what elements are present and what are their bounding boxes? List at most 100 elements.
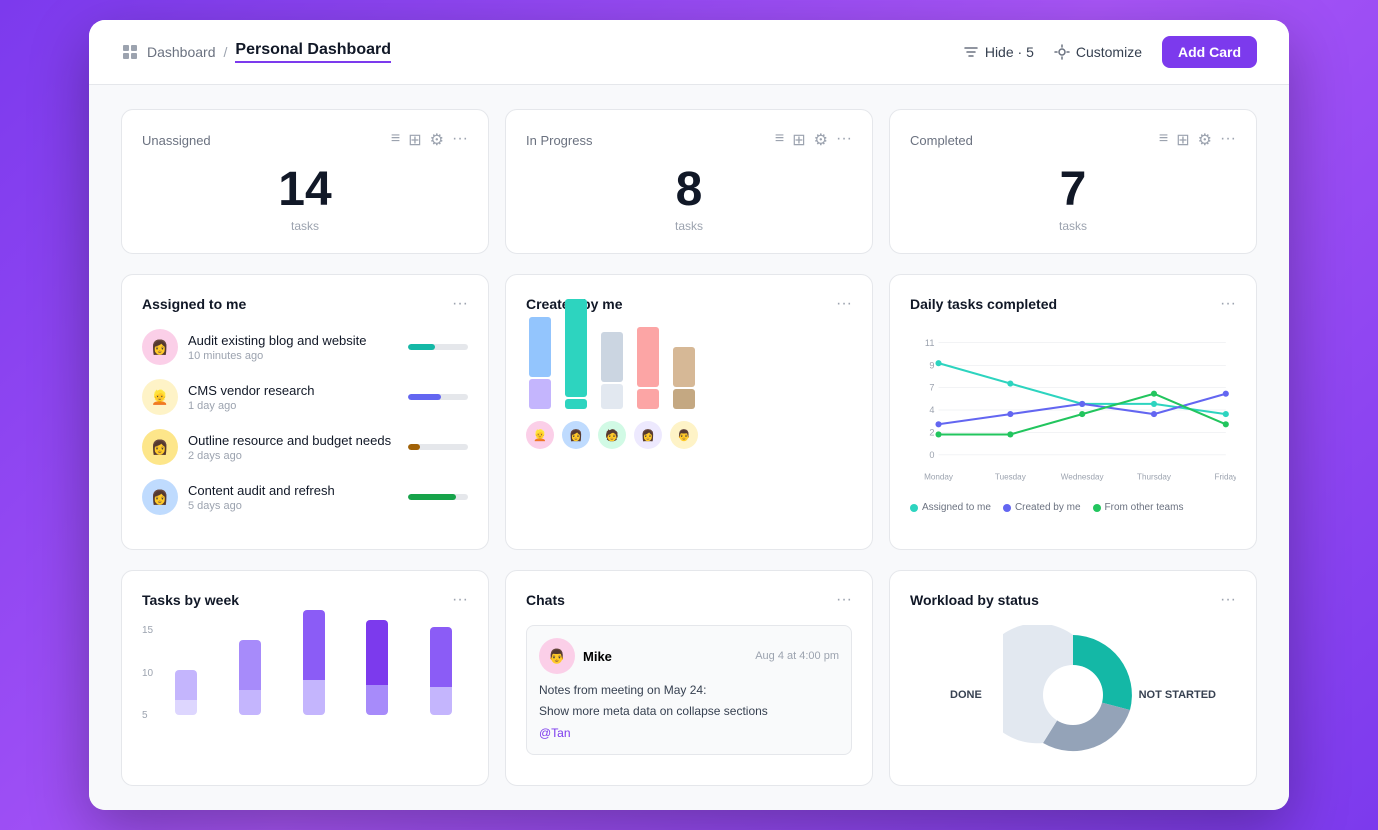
bar-stack (637, 299, 659, 409)
workload-menu[interactable]: ··· (1220, 591, 1236, 609)
expand-icon2[interactable]: ⊞ (792, 130, 805, 150)
task-item: 👩 Content audit and refresh 5 days ago (142, 479, 468, 515)
task-item: 👱 CMS vendor research 1 day ago (142, 379, 468, 415)
chat-inner: 👨 Mike Aug 4 at 4:00 pm Notes from meeti… (526, 625, 852, 755)
week-bar-secondary (239, 690, 261, 715)
stat-card-unassigned: Unassigned ≡ ⊞ ⚙ ··· 14 tasks (121, 109, 489, 254)
chat-line1: Notes from meeting on May 24: (539, 682, 839, 699)
expand-icon[interactable]: ⊞ (408, 130, 421, 150)
svg-text:0: 0 (929, 450, 934, 460)
inprogress-label: In Progress (526, 133, 592, 148)
task-avatar: 👱 (142, 379, 178, 415)
bar-group: 👩 (634, 299, 662, 449)
dashboard-icon (121, 43, 139, 61)
task-avatar: 👩 (142, 429, 178, 465)
add-card-button[interactable]: Add Card (1162, 36, 1257, 68)
breadcrumb-current: Personal Dashboard (235, 41, 391, 63)
bar-group: 👨 (670, 299, 698, 449)
chats-card: Chats ··· 👨 Mike Aug 4 at 4:00 pm Notes … (505, 570, 873, 786)
bar-avatar: 👱 (526, 421, 554, 449)
task-time: 10 minutes ago (188, 350, 398, 362)
settings-icon2[interactable]: ⚙ (814, 130, 828, 150)
customize-button[interactable]: Customize (1054, 44, 1142, 60)
unassigned-label: Unassigned (142, 133, 211, 148)
workload-card: Workload by status ··· DONE (889, 570, 1257, 786)
week-bar-primary (303, 610, 325, 680)
more-icon3[interactable]: ··· (1220, 130, 1236, 150)
filter-icon3[interactable]: ≡ (1159, 130, 1168, 150)
expand-icon3[interactable]: ⊞ (1176, 130, 1189, 150)
more-icon2[interactable]: ··· (836, 130, 852, 150)
completed-number: 7 (910, 162, 1236, 217)
bar-segment (529, 379, 551, 409)
week-bar-group (223, 640, 277, 715)
svg-text:Wednesday: Wednesday (1061, 472, 1105, 481)
svg-text:2: 2 (929, 427, 934, 437)
settings-icon3[interactable]: ⚙ (1198, 130, 1212, 150)
created-menu[interactable]: ··· (836, 295, 852, 313)
week-bar-primary (430, 627, 452, 687)
stat-actions-inprogress: ≡ ⊞ ⚙ ··· (775, 130, 852, 150)
week-bar-group (287, 610, 341, 715)
bar-segment (673, 389, 695, 409)
stat-card-inprogress: In Progress ≡ ⊞ ⚙ ··· 8 tasks (505, 109, 873, 254)
settings-icon[interactable]: ⚙ (430, 130, 444, 150)
chart-legend: Assigned to meCreated by meFrom other te… (910, 502, 1236, 513)
chat-user: 👨 Mike (539, 638, 612, 674)
tasks-by-week-card: Tasks by week ··· 15 10 5 (121, 570, 489, 786)
bar-segment (637, 327, 659, 387)
progress-bar (408, 344, 468, 350)
pie-label-done: DONE (950, 689, 982, 701)
legend-item: From other teams (1093, 502, 1184, 513)
y-label-15: 15 (142, 625, 153, 636)
bar-stack (673, 299, 695, 409)
week-bar-container (175, 670, 197, 715)
main-content: Unassigned ≡ ⊞ ⚙ ··· 14 tasks In Progres… (89, 85, 1289, 810)
bottom-row: Tasks by week ··· 15 10 5 Chats ··· (121, 570, 1257, 786)
chat-username: Mike (583, 649, 612, 664)
task-progress (408, 344, 468, 350)
filter-icon[interactable]: ≡ (391, 130, 400, 150)
week-bar-container (303, 610, 325, 715)
chats-menu[interactable]: ··· (836, 591, 852, 609)
task-item: 👩 Outline resource and budget needs 2 da… (142, 429, 468, 465)
task-time: 2 days ago (188, 450, 398, 462)
unassigned-sublabel: tasks (142, 219, 468, 233)
bar-avatar: 👩 (562, 421, 590, 449)
svg-text:Thursday: Thursday (1137, 472, 1172, 481)
bar-group: 🧑 (598, 299, 626, 449)
y-label-5: 5 (142, 710, 153, 721)
breadcrumb-root[interactable]: Dashboard (147, 44, 216, 60)
bar-avatar: 👨 (670, 421, 698, 449)
week-bar-container (239, 640, 261, 715)
breadcrumb-separator: / (224, 44, 228, 60)
task-progress (408, 494, 468, 500)
task-name: Content audit and refresh (188, 483, 398, 498)
bar-segment (601, 384, 623, 409)
task-list: 👩 Audit existing blog and website 10 min… (142, 329, 468, 515)
more-icon[interactable]: ··· (452, 130, 468, 150)
progress-bar (408, 394, 468, 400)
week-menu[interactable]: ··· (452, 591, 468, 609)
inprogress-sublabel: tasks (526, 219, 852, 233)
daily-menu[interactable]: ··· (1220, 295, 1236, 313)
line-chart: 1197420MondayTuesdayWednesdayThursdayFri… (910, 329, 1236, 489)
hide-button[interactable]: Hide · 5 (963, 44, 1034, 60)
bar-segment (601, 332, 623, 382)
app-header: Dashboard / Personal Dashboard Hide · 5 … (89, 20, 1289, 85)
assigned-menu[interactable]: ··· (452, 295, 468, 313)
bar-stack (601, 299, 623, 409)
legend-label: Created by me (1015, 502, 1081, 513)
filter-icon2[interactable]: ≡ (775, 130, 784, 150)
week-chart (159, 625, 468, 725)
stat-card-completed: Completed ≡ ⊞ ⚙ ··· 7 tasks (889, 109, 1257, 254)
svg-text:Friday: Friday (1215, 472, 1236, 481)
task-name: CMS vendor research (188, 383, 398, 398)
created-by-me-card: Created by me ··· 👱👩🧑👩👨 (505, 274, 873, 550)
week-bar-secondary (303, 680, 325, 715)
task-time: 5 days ago (188, 500, 398, 512)
svg-text:4: 4 (929, 405, 934, 415)
bar-group: 👩 (562, 299, 590, 449)
week-bar-primary (366, 620, 388, 685)
task-time: 1 day ago (188, 400, 398, 412)
